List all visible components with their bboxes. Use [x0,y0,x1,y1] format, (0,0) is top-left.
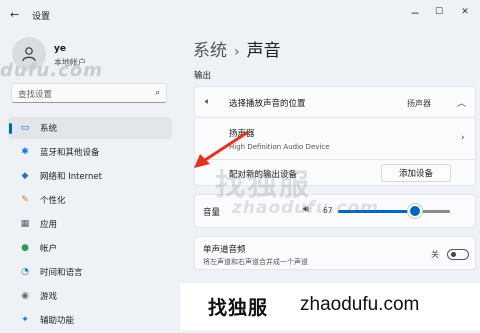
watermark-text: dufu.com [0,60,103,81]
sidebar-item-label: 帐户 [40,244,58,254]
accessibility-icon: ✦ [21,315,29,325]
sidebar-item-label: 系统 [40,124,58,134]
sidebar-item-label: 蓝牙和其他设备 [40,148,100,158]
sidebar-nav: ▭ 系统 ✱ 蓝牙和其他设备 ◆ 网络和 Internet ✎ 个性化 ▦ 应用 ● 帐户 ◔ 时间和语言… [8,117,172,333]
chevron-up-icon: ︿ [457,99,467,109]
search-input[interactable]: 查找设置 ⌕ [11,83,167,103]
back-arrow-icon[interactable]: ← [10,8,19,21]
sidebar-item-globe-clock[interactable]: ◔ 时间和语言 [8,261,172,283]
footer-logo: 找独服 [208,297,269,319]
section-label-output: 输出 [194,71,212,81]
sidebar-item-gamepad[interactable]: ◉ 游戏 [8,285,172,307]
monitor-icon: ▭ [20,123,30,133]
watermark-domain: zhaodufu.com [232,198,379,218]
sidebar-item-label: 网络和 Internet [40,172,102,182]
sidebar-item-apps[interactable]: ▦ 应用 [8,213,172,235]
sidebar-item-label: 应用 [40,220,58,230]
sidebar-item-wifi[interactable]: ◆ 网络和 Internet [8,165,172,187]
chevron-right-icon: › [234,44,240,60]
user-name: ye [54,44,66,54]
chevron-right-icon: › [461,133,465,143]
sidebar-item-bluetooth[interactable]: ✱ 蓝牙和其他设备 [8,141,172,163]
output-choose-value: 扬声器 [407,99,431,108]
mono-toggle-state: 关 [431,250,439,259]
breadcrumb-parent[interactable]: 系统 [193,41,227,61]
search-icon[interactable]: ⌕ [155,88,160,98]
sidebar-item-label: 个性化 [40,196,66,206]
sidebar-item-label: 游戏 [40,292,58,302]
apps-icon: ▦ [20,219,30,229]
volume-slider-thumb[interactable] [408,204,423,218]
toggle-knob [451,252,456,257]
minimize-button[interactable]: ─ [408,7,422,20]
globe-clock-icon: ◔ [21,267,29,277]
user-account-type: 本地帐户 [54,58,86,67]
sidebar-item-account[interactable]: ● 帐户 [8,237,172,259]
search-placeholder: 查找设置 [18,90,53,100]
page-title: 声音 [246,41,281,61]
sidebar-item-label: 辅助功能 [40,316,75,326]
mono-audio-description: 将左声道和右声道合并成一个声道 [203,258,308,266]
maximize-button[interactable]: ☐ [432,7,446,17]
app-title: 设置 [32,12,51,22]
mono-audio-label: 单声道音频 [203,245,246,255]
title-bar: ← 设置 ─ ☐ ✕ [0,0,480,30]
gamepad-icon: ◉ [21,291,29,301]
footer-banner: 找独服 zhaodufu.com [180,283,480,330]
output-choose-label: 选择播放声音的位置 [229,99,306,109]
account-icon: ● [21,243,29,253]
brush-icon: ✎ [21,195,29,205]
sidebar-item-monitor[interactable]: ▭ 系统 [8,117,172,139]
speaker-icon: 🔈︎ [205,97,211,107]
close-button[interactable]: ✕ [458,7,472,17]
wifi-icon: ◆ [21,171,29,181]
sidebar-item-brush[interactable]: ✎ 个性化 [8,189,172,211]
breadcrumb: 系统 › 声音 [193,36,281,61]
mono-audio-toggle[interactable] [447,249,469,260]
output-choose-row[interactable]: 🔈︎ 选择播放声音的位置 扬声器 ︿ [194,86,476,118]
add-device-button[interactable]: 添加设备 [381,164,451,182]
volume-label: 音量 [203,208,221,218]
bluetooth-icon: ✱ [21,147,29,157]
mono-audio-row: 单声道音频 将左声道和右声道合并成一个声道 关 [194,236,476,270]
footer-domain: zhaodufu.com [300,294,420,315]
sidebar-item-label: 时间和语言 [40,268,83,278]
sidebar-item-accessibility[interactable]: ✦ 辅助功能 [8,309,172,331]
